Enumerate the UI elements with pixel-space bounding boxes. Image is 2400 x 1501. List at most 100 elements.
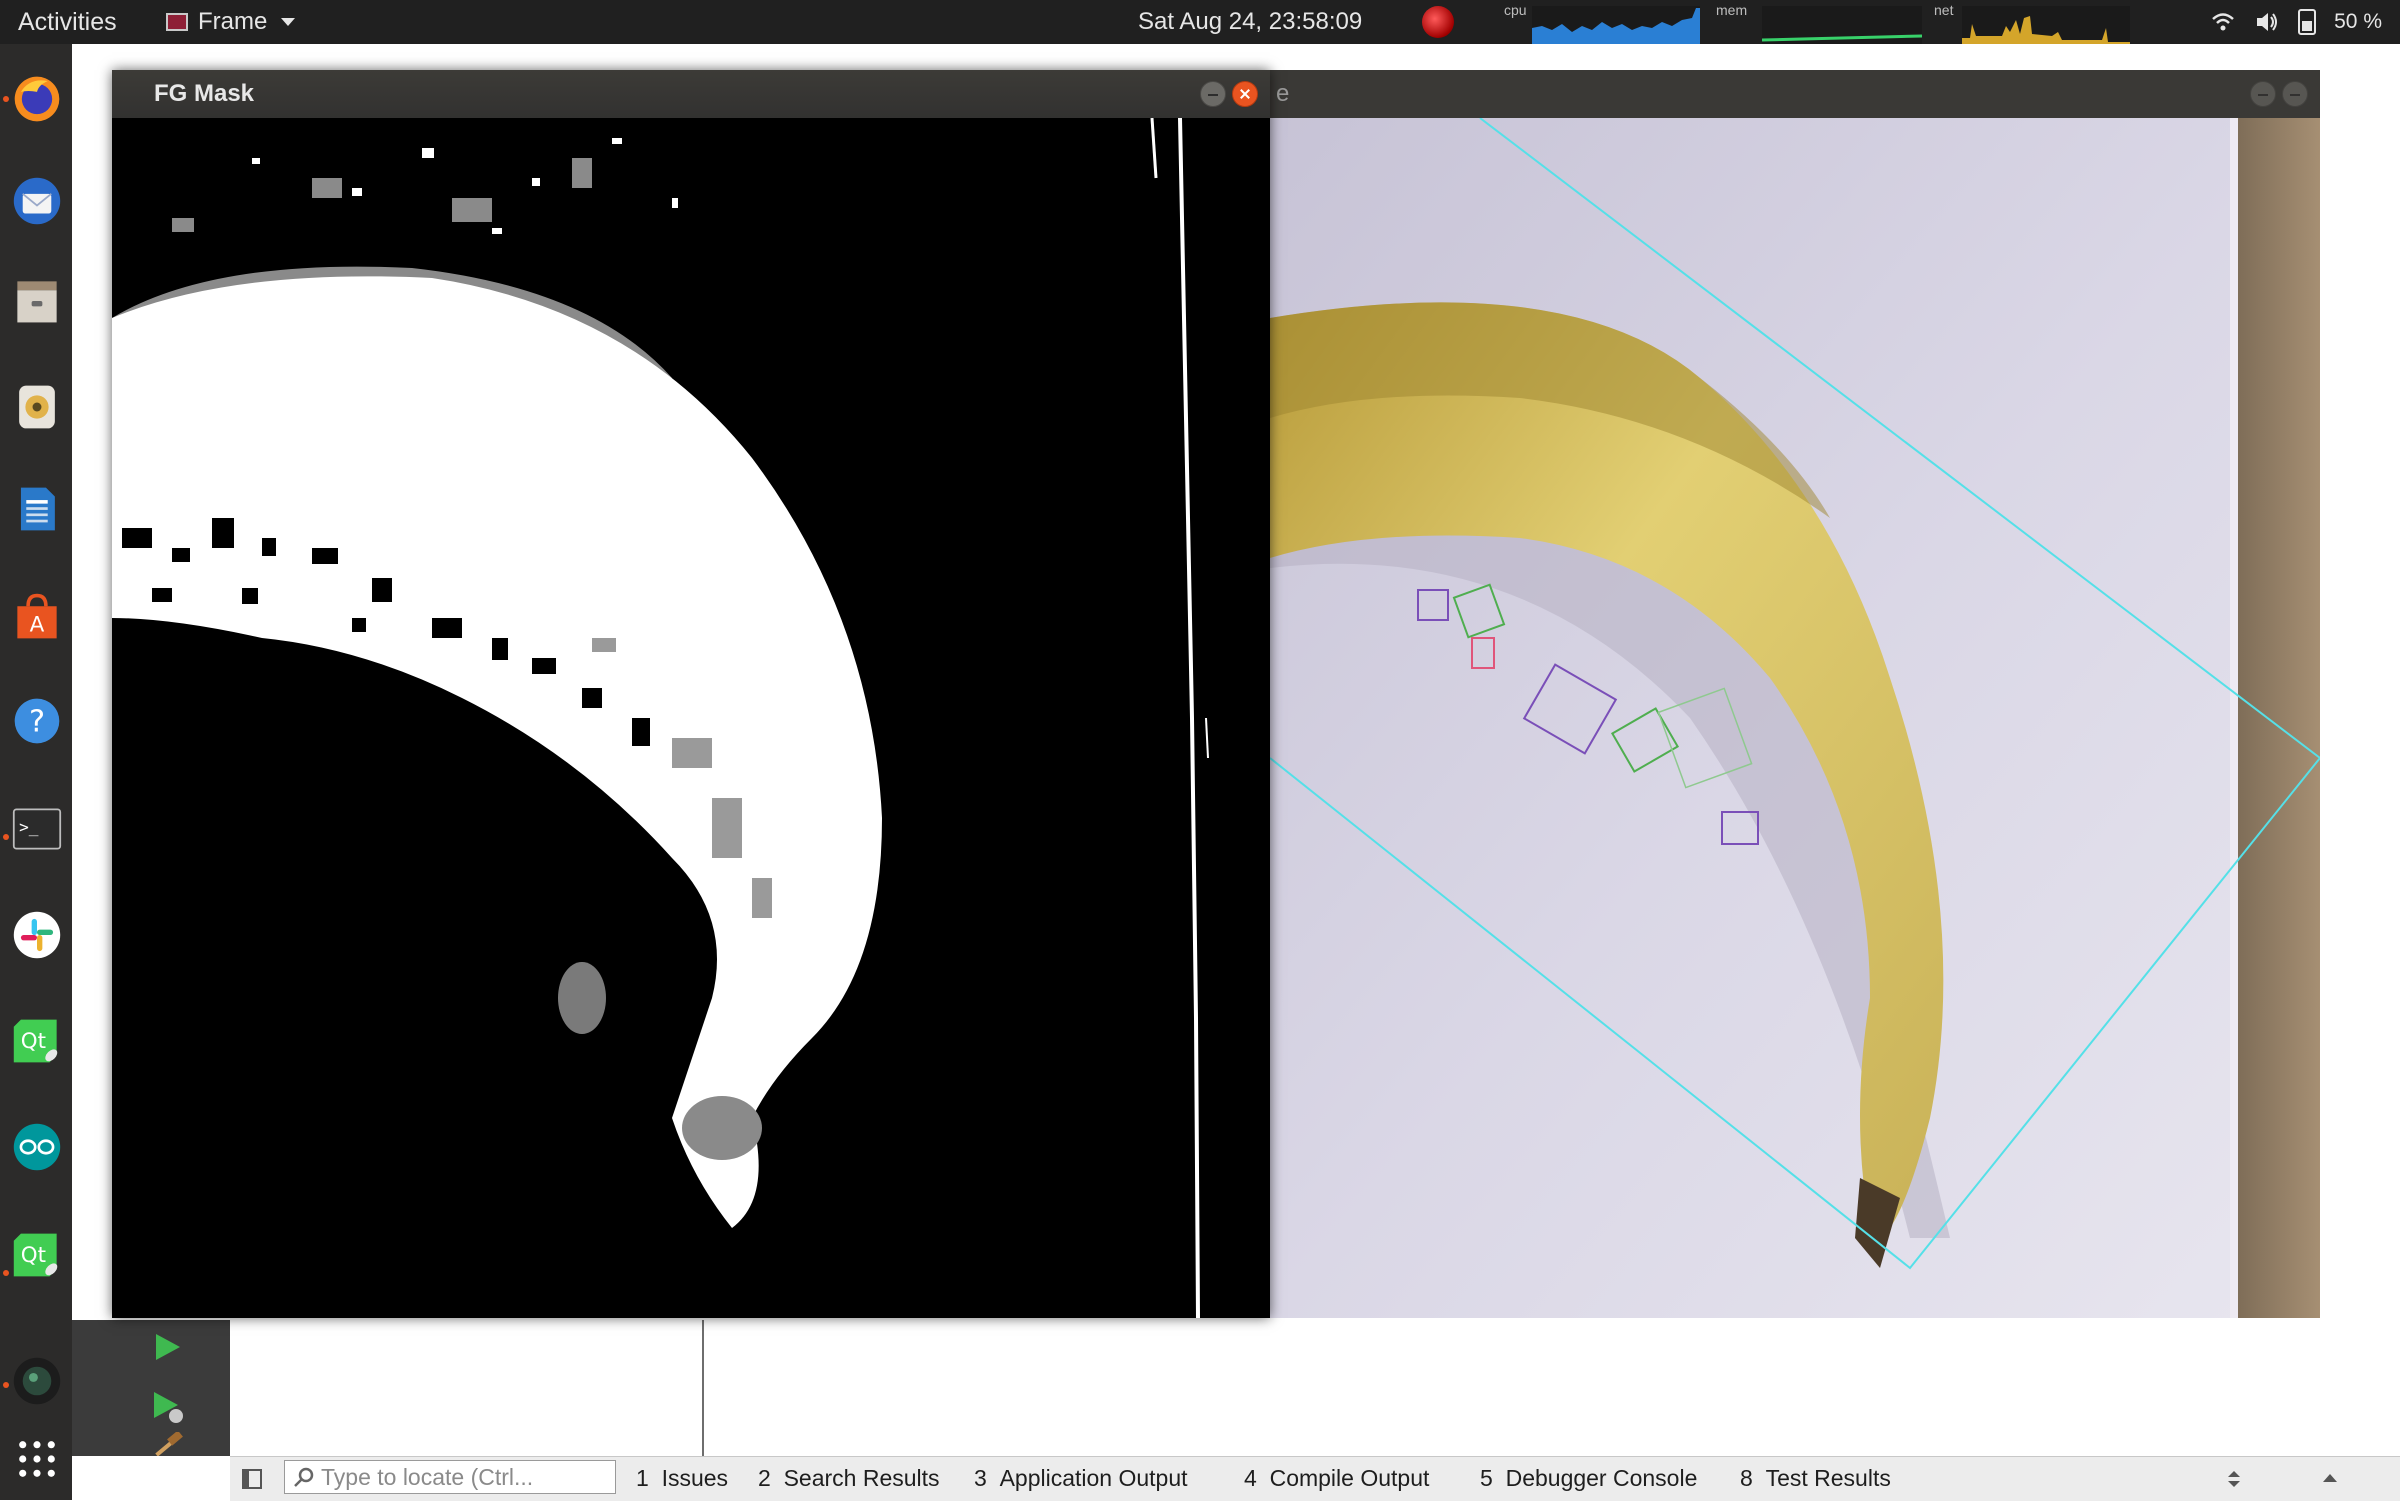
firefox-launcher[interactable] bbox=[12, 74, 62, 124]
firefox-icon bbox=[14, 76, 60, 122]
cpu-monitor-label: cpu bbox=[1504, 2, 1527, 18]
cpu-graph-icon bbox=[1532, 8, 1700, 44]
terminal-launcher[interactable]: >_ bbox=[12, 804, 62, 854]
tab-label: Test Results bbox=[1765, 1465, 1891, 1491]
toggle-sidebar-icon[interactable] bbox=[242, 1469, 262, 1489]
thunderbird-icon bbox=[13, 177, 61, 225]
locator-input[interactable]: Type to locate (Ctrl... bbox=[284, 1460, 616, 1494]
tab-number: 2 bbox=[758, 1465, 771, 1491]
running-indicator bbox=[3, 96, 9, 102]
tab-search-results[interactable]: 2 Search Results bbox=[758, 1456, 940, 1500]
system-tray[interactable]: 50 % bbox=[2210, 0, 2382, 44]
help-launcher[interactable]: ? bbox=[12, 696, 62, 746]
volume-icon bbox=[2257, 13, 2278, 31]
svg-text:Qt: Qt bbox=[21, 1243, 46, 1268]
editor-splitter[interactable] bbox=[702, 1320, 704, 1456]
app-menu-label: Frame bbox=[198, 8, 268, 35]
tab-issues[interactable]: 1 Issues bbox=[636, 1456, 728, 1500]
tab-label: Debugger Console bbox=[1505, 1465, 1698, 1491]
clock[interactable]: Sat Aug 24, 23:58:09 bbox=[1138, 0, 1362, 44]
frame-window[interactable]: e bbox=[1270, 70, 2320, 1318]
record-indicator-icon[interactable] bbox=[1422, 6, 1454, 38]
tab-label: Compile Output bbox=[1269, 1465, 1430, 1491]
arduino-icon bbox=[13, 1123, 61, 1171]
qt-creator-2-icon: Qt bbox=[13, 1233, 58, 1277]
tab-debugger-console[interactable]: 5 Debugger Console bbox=[1480, 1456, 1697, 1500]
svg-text:>_: >_ bbox=[19, 818, 39, 837]
qt-creator-launcher[interactable]: Qt bbox=[12, 1016, 62, 1066]
running-indicator bbox=[3, 834, 9, 840]
app-menu-icon bbox=[166, 13, 188, 31]
tab-number: 8 bbox=[1740, 1465, 1753, 1491]
battery-percent: 50 % bbox=[2334, 10, 2382, 33]
ide-mode-selector bbox=[72, 1320, 230, 1456]
slack-launcher[interactable] bbox=[12, 910, 62, 960]
locator-placeholder: Type to locate (Ctrl... bbox=[321, 1463, 534, 1490]
debug-run-icon[interactable] bbox=[150, 1388, 186, 1424]
fg-mask-image bbox=[112, 118, 1270, 1318]
build-hammer-icon[interactable] bbox=[150, 1432, 186, 1456]
activities-button[interactable]: Activities bbox=[18, 0, 117, 44]
wifi-icon bbox=[2212, 13, 2234, 31]
qt-creator-2-launcher[interactable]: Qt bbox=[12, 1230, 62, 1280]
minimize-button[interactable] bbox=[2250, 81, 2276, 107]
fg-mask-title: FG Mask bbox=[154, 80, 255, 107]
chevron-up-down-icon[interactable] bbox=[2224, 1469, 2244, 1489]
tab-label: Application Output bbox=[999, 1465, 1188, 1491]
chevron-down-icon bbox=[281, 18, 296, 26]
top-bar: Activities Frame Sat Aug 24, 23:58:09 cp… bbox=[0, 0, 2400, 44]
search-icon bbox=[294, 1467, 314, 1487]
tab-test-results[interactable]: 8 Test Results bbox=[1740, 1456, 1891, 1500]
frame-window-title: e bbox=[1276, 80, 1290, 107]
rhythmbox-icon bbox=[19, 385, 55, 429]
camera-frame-view bbox=[1270, 118, 2320, 1318]
running-indicator bbox=[3, 1270, 9, 1276]
mem-monitor-graph[interactable] bbox=[1762, 6, 1922, 44]
tab-number: 3 bbox=[974, 1465, 987, 1491]
minimize-button[interactable] bbox=[1200, 81, 1226, 107]
tab-application-output[interactable]: 3 Application Output bbox=[974, 1456, 1188, 1500]
close-button[interactable] bbox=[1232, 81, 1258, 107]
webcam-launcher[interactable] bbox=[12, 1356, 62, 1406]
tab-number: 5 bbox=[1480, 1465, 1493, 1491]
writer-icon bbox=[20, 487, 55, 531]
net-monitor-graph[interactable] bbox=[1962, 6, 2130, 44]
slack-icon bbox=[13, 911, 61, 959]
running-indicator bbox=[3, 1382, 9, 1388]
software-center-icon: A bbox=[17, 593, 57, 639]
arduino-launcher[interactable] bbox=[12, 1122, 62, 1172]
net-monitor-label: net bbox=[1934, 2, 1954, 18]
tab-number: 1 bbox=[636, 1465, 649, 1491]
fg-mask-titlebar[interactable]: FG Mask bbox=[112, 70, 1270, 118]
svg-text:Qt: Qt bbox=[21, 1029, 46, 1054]
show-apps-icon bbox=[19, 1441, 55, 1477]
frame-window-titlebar[interactable]: e bbox=[1270, 70, 2320, 118]
svg-text:A: A bbox=[30, 612, 45, 637]
webcam-icon bbox=[13, 1357, 61, 1405]
rhythmbox-launcher[interactable] bbox=[12, 382, 62, 432]
mem-monitor-label: mem bbox=[1716, 2, 1748, 18]
run-icon[interactable] bbox=[150, 1330, 184, 1364]
files-launcher[interactable] bbox=[12, 276, 62, 326]
thunderbird-launcher[interactable] bbox=[12, 176, 62, 226]
fg-mask-view bbox=[112, 118, 1270, 1318]
app-menu[interactable]: Frame bbox=[166, 0, 296, 44]
tab-label: Issues bbox=[661, 1465, 729, 1491]
cpu-monitor-graph[interactable] bbox=[1532, 6, 1700, 44]
tab-compile-output[interactable]: 4 Compile Output bbox=[1244, 1456, 1429, 1500]
files-icon bbox=[17, 281, 57, 323]
tab-label: Search Results bbox=[783, 1465, 940, 1491]
dock: A ? >_ Qt Qt bbox=[0, 44, 72, 1500]
tab-number: 4 bbox=[1244, 1465, 1257, 1491]
svg-text:?: ? bbox=[29, 705, 45, 740]
close-button[interactable] bbox=[2282, 81, 2308, 107]
mem-graph-icon bbox=[1762, 34, 1922, 42]
help-icon: ? bbox=[14, 698, 60, 744]
camera-frame-image bbox=[1270, 118, 2320, 1318]
fg-mask-window[interactable]: FG Mask bbox=[112, 70, 1270, 1318]
writer-launcher[interactable] bbox=[12, 484, 62, 534]
show-apps-button[interactable] bbox=[12, 1434, 62, 1484]
chevron-up-icon[interactable] bbox=[2320, 1469, 2340, 1489]
terminal-icon: >_ bbox=[12, 808, 62, 850]
software-launcher[interactable]: A bbox=[12, 592, 62, 642]
